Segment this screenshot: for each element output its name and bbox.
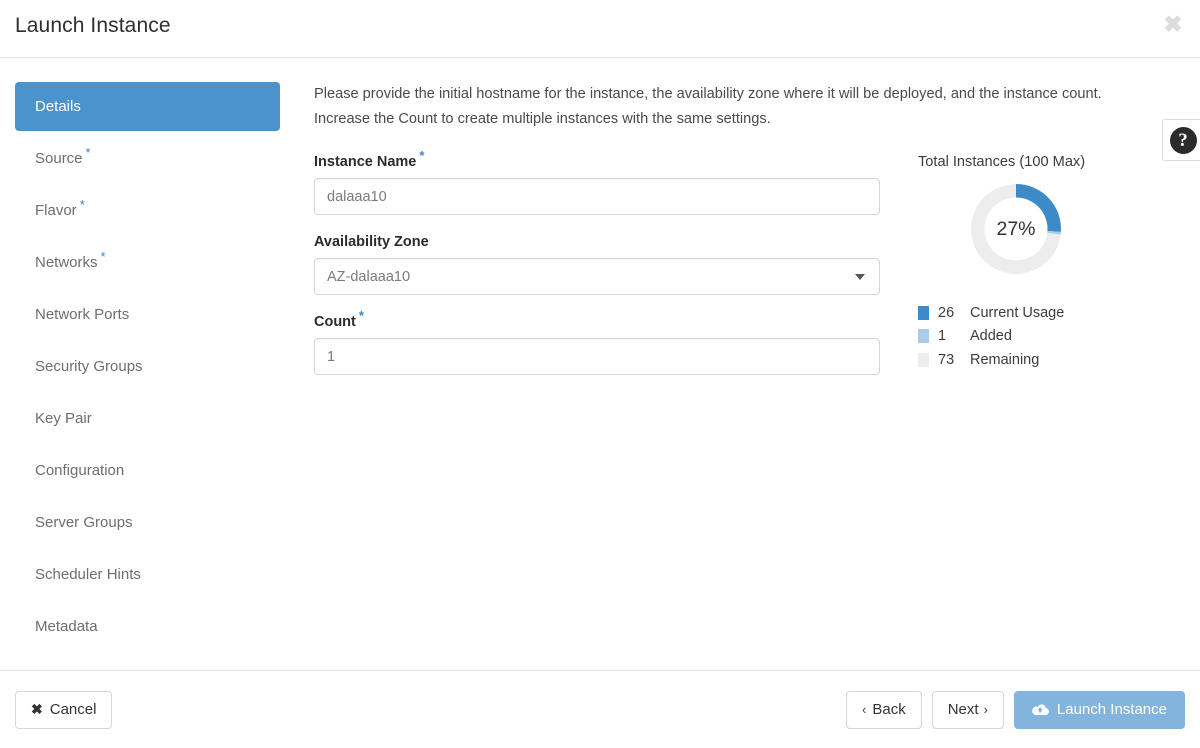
sidebar-item-label: Flavor (35, 202, 77, 219)
availability-zone-select[interactable]: AZ-dalaaa10 (314, 258, 880, 295)
next-button[interactable]: Next › (931, 690, 1004, 729)
modal-header: Launch Instance ✖ (0, 0, 1200, 58)
legend-item: 1 Added (918, 325, 1200, 349)
sidebar-item-key-pair[interactable]: Key Pair (15, 394, 280, 443)
required-asterisk-icon: * (85, 145, 91, 160)
sidebar-item-details[interactable]: Details (15, 82, 280, 131)
sidebar-item-network-ports[interactable]: Network Ports (15, 290, 280, 339)
required-asterisk-icon: * (358, 308, 364, 324)
sidebar-item-networks[interactable]: Networks * (15, 238, 280, 287)
sidebar-item-label: Scheduler Hints (35, 566, 141, 583)
field-instance-name: Instance Name * dalaaa10 (314, 149, 880, 215)
launch-instance-button[interactable]: Launch Instance (1013, 690, 1185, 729)
field-availability-zone: Availability Zone AZ-dalaaa10 (314, 234, 880, 295)
total-instances-donut-chart: 27% (968, 181, 1064, 277)
details-form: Instance Name * dalaaa10 Availability Zon… (314, 149, 880, 394)
sidebar-item-security-groups[interactable]: Security Groups (15, 342, 280, 391)
sidebar-item-metadata[interactable]: Metadata (15, 602, 280, 651)
legend-value: 73 (938, 351, 955, 368)
wizard-main-pane: ? Please provide the initial hostname fo… (296, 58, 1200, 670)
required-asterisk-icon: * (419, 148, 425, 164)
question-mark-icon: ? (1169, 126, 1197, 154)
availability-zone-selected-value: AZ-dalaaa10 (327, 268, 411, 285)
instance-name-label: Instance Name * (314, 149, 880, 170)
legend-label: Remaining (970, 351, 1040, 368)
availability-zone-label: Availability Zone (314, 234, 880, 250)
sidebar-item-label: Security Groups (35, 358, 143, 375)
cancel-button-label: Cancel (49, 701, 97, 718)
count-input[interactable]: 1 (314, 338, 880, 375)
sidebar-item-label: Network Ports (35, 306, 130, 323)
chevron-down-icon (855, 273, 865, 280)
sidebar-item-flavor[interactable]: Flavor * (15, 186, 280, 235)
footer-right-buttons: ‹ Back Next › Launch Instance (846, 690, 1185, 729)
sidebar-item-source[interactable]: Source * (15, 134, 280, 183)
legend-label: Added (970, 328, 1012, 345)
back-button[interactable]: ‹ Back (846, 690, 922, 729)
availability-zone-label-text: Availability Zone (314, 234, 429, 250)
legend-color-swatch (918, 305, 929, 320)
legend-item: 26 Current Usage (918, 301, 1200, 325)
legend-color-swatch (918, 352, 929, 367)
sidebar-item-server-groups[interactable]: Server Groups (15, 498, 280, 547)
launch-instance-modal: Launch Instance ✖ Details Source * Flavor * N… (0, 0, 1200, 748)
legend-value: 1 (938, 328, 947, 345)
sidebar-item-label: Configuration (35, 462, 125, 479)
legend-color-swatch (918, 329, 929, 344)
field-count: Count * 1 (314, 309, 880, 375)
chevron-left-icon: ‹ (862, 702, 867, 717)
cloud-upload-icon (1032, 703, 1049, 716)
instance-name-label-text: Instance Name (314, 154, 417, 170)
legend-label: Current Usage (970, 304, 1065, 321)
page-title: Launch Instance (15, 14, 171, 37)
sidebar-item-label: Key Pair (35, 410, 92, 427)
modal-body: Details Source * Flavor * Networks * Network Po… (0, 58, 1200, 670)
count-label-text: Count (314, 314, 356, 330)
required-asterisk-icon: * (100, 249, 106, 264)
help-button[interactable]: ? (1162, 119, 1200, 161)
cancel-button[interactable]: ✖ Cancel (15, 690, 113, 729)
intro-description: Please provide the initial hostname for … (314, 86, 1102, 127)
donut-center-percent: 27% (996, 217, 1036, 240)
chevron-right-icon: › (983, 702, 988, 717)
quota-legend: 26 Current Usage 1 Added 73 Remaining (918, 301, 1200, 372)
legend-item: 73 Remaining (918, 348, 1200, 372)
required-asterisk-icon: * (79, 197, 85, 212)
close-icon[interactable]: ✖ (1160, 11, 1186, 37)
sidebar-item-label: Networks (35, 254, 98, 271)
count-label: Count * (314, 309, 880, 330)
sidebar-item-label: Details (35, 98, 81, 115)
sidebar-item-label: Source (35, 150, 83, 167)
sidebar-item-label: Server Groups (35, 514, 133, 531)
wizard-sidebar: Details Source * Flavor * Networks * Network Po… (0, 58, 296, 670)
chart-title: Total Instances (100 Max) (918, 154, 1086, 170)
next-button-label: Next (947, 701, 979, 718)
back-button-label: Back (872, 701, 906, 718)
instance-name-input[interactable]: dalaaa10 (314, 178, 880, 215)
launch-instance-button-label: Launch Instance (1056, 701, 1167, 718)
details-panes: Instance Name * dalaaa10 Availability Zon… (314, 149, 1200, 394)
modal-footer: ✖ Cancel ‹ Back Next › Launch Instance (0, 670, 1200, 748)
sidebar-item-label: Metadata (35, 618, 98, 635)
sidebar-item-scheduler-hints[interactable]: Scheduler Hints (15, 550, 280, 599)
legend-value: 26 (938, 304, 955, 321)
quota-chart-pane: Total Instances (100 Max) 27% 26 Current … (880, 154, 1200, 394)
sidebar-item-configuration[interactable]: Configuration (15, 446, 280, 495)
close-x-icon: ✖ (31, 701, 43, 717)
